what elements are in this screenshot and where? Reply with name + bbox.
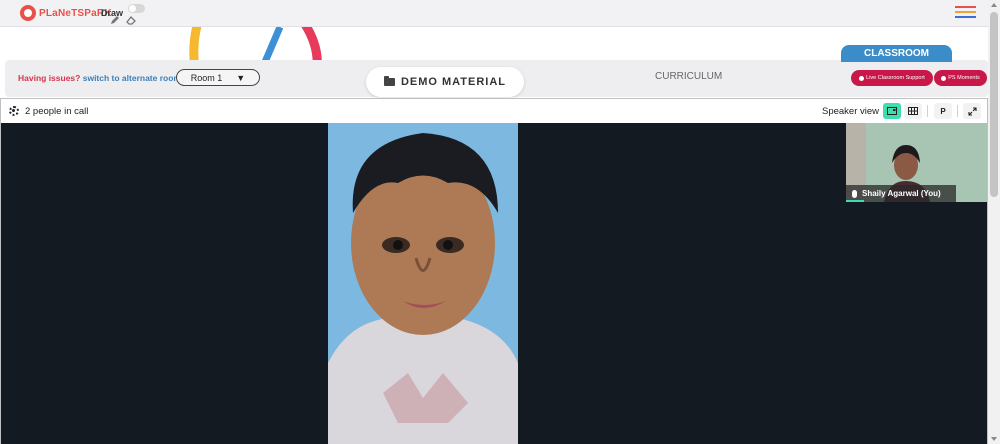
live-support-label: Live Classroom Support	[866, 75, 925, 81]
scroll-up-icon[interactable]	[991, 3, 997, 7]
classroom-control-bar: Having issues? switch to alternate room …	[5, 60, 988, 97]
call-header: 2 people in call Speaker view P	[1, 99, 987, 123]
issues-text: Having issues?	[18, 73, 81, 83]
grid-view-button[interactable]	[904, 103, 922, 119]
classroom-tab[interactable]: CLASSROOM	[841, 45, 952, 62]
scroll-thumb[interactable]	[990, 12, 998, 197]
pencil-icon[interactable]	[110, 15, 120, 25]
audio-level-bar	[846, 200, 864, 202]
view-mode-label: Speaker view	[822, 106, 880, 117]
people-count: 2 people in call	[25, 106, 89, 117]
expand-icon	[967, 106, 977, 116]
plus-icon	[859, 75, 865, 81]
divider	[927, 105, 928, 117]
presenter-button[interactable]: P	[934, 103, 952, 119]
dropdown-arrow-icon: ▼	[236, 72, 246, 83]
ps-moments-button[interactable]: PS Moments	[934, 70, 987, 86]
alternate-room-link[interactable]: switch to alternate room	[83, 73, 181, 83]
draw-tools	[110, 15, 136, 25]
divider	[957, 105, 958, 117]
live-support-button[interactable]: Live Classroom Support	[851, 70, 933, 86]
participant-tile[interactable]: Shaily Agarwal (You)	[846, 123, 987, 202]
logo-mark-icon	[20, 5, 36, 21]
demo-material-label: DEMO MATERIAL	[400, 76, 507, 88]
mic-icon[interactable]	[852, 189, 857, 198]
speaker-view-button[interactable]	[883, 103, 901, 119]
curriculum-tab[interactable]: CURRICULUM	[655, 71, 722, 82]
folder-icon	[383, 76, 395, 86]
plus-icon	[941, 75, 947, 81]
video-call-panel: 2 people in call Speaker view P Shaily A…	[0, 98, 988, 444]
issues-notice: Having issues? switch to alternate room	[18, 73, 181, 83]
main-speaker-video	[328, 123, 518, 444]
grid-view-icon	[908, 107, 918, 115]
top-bar: PLaNeTSPaRK Draw	[0, 0, 988, 27]
room-select-value: Room 1	[190, 72, 223, 83]
scroll-down-icon[interactable]	[991, 437, 997, 441]
gear-icon[interactable]	[9, 106, 19, 116]
speaker-video-frame	[328, 123, 518, 444]
ps-moments-label: PS Moments	[948, 75, 980, 81]
demo-material-button[interactable]: DEMO MATERIAL	[366, 67, 524, 97]
fullscreen-button[interactable]	[963, 103, 981, 119]
speaker-view-icon	[887, 107, 897, 115]
classroom-page: PLaNeTSPaRK Draw Having issues? switch t…	[0, 0, 1000, 444]
menu-icon[interactable]	[955, 6, 976, 18]
participant-name: Shaily Agarwal (You)	[862, 189, 941, 198]
brand-logo[interactable]: PLaNeTSPaRK	[20, 5, 112, 21]
video-stage: Shaily Agarwal (You)	[1, 123, 987, 444]
draw-toggle[interactable]	[128, 4, 145, 13]
eraser-icon[interactable]	[126, 15, 136, 25]
page-scrollbar[interactable]	[988, 0, 1000, 444]
room-select[interactable]: Room 1 ▼	[176, 69, 260, 86]
